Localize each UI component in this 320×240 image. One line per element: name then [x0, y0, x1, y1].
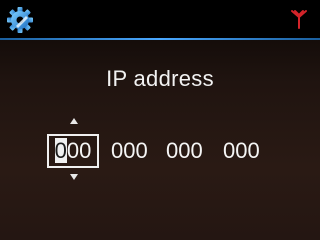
input-cursor: 0 — [54, 138, 67, 163]
arrow-up-icon[interactable] — [70, 118, 78, 124]
page-title: IP address — [106, 66, 214, 91]
antenna-signal-icon — [291, 10, 307, 29]
ip-octet-4-field[interactable]: 000 — [223, 134, 260, 168]
arrow-down-icon[interactable] — [70, 174, 78, 180]
gear-icon[interactable] — [6, 6, 34, 34]
ip-octet-1-field[interactable]: 000 — [47, 134, 99, 168]
screen: IP address 000 000 000 000 — [0, 0, 320, 240]
header-divider — [0, 38, 320, 40]
top-bar — [0, 0, 320, 38]
ip-octet-1-digits: 00 — [66, 138, 92, 163]
ip-octet-3-field[interactable]: 000 — [166, 134, 203, 168]
ip-octet-2-field[interactable]: 000 — [111, 134, 148, 168]
